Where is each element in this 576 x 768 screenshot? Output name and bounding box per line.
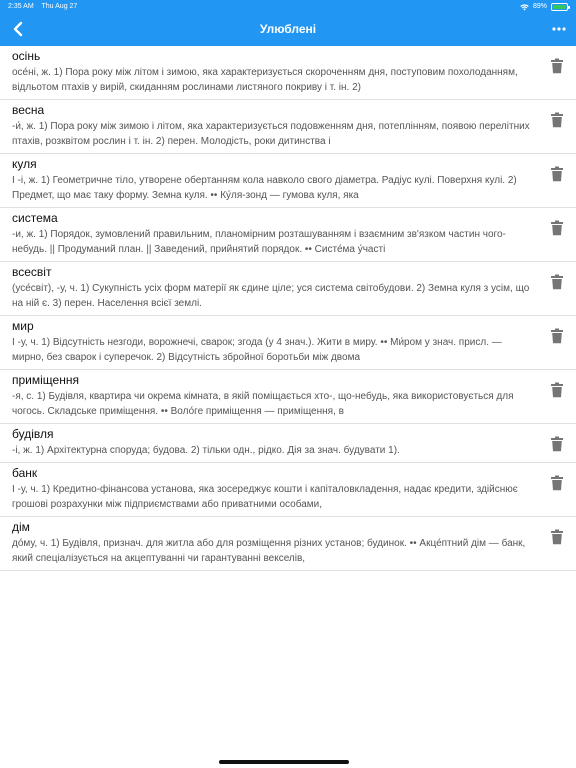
word-definition: (усе́світ), -у, ч. 1) Сукупність усіх фо…	[12, 283, 530, 309]
trash-icon[interactable]	[550, 529, 564, 545]
word-definition: I -і, ж. 1) Геометричне тіло, утворене о…	[12, 175, 517, 201]
status-bar: 2:35 AM Thu Aug 27 89%	[0, 0, 576, 14]
trash-icon[interactable]	[550, 475, 564, 491]
ellipsis-icon	[552, 27, 566, 31]
trash-icon[interactable]	[550, 274, 564, 290]
trash-icon[interactable]	[550, 166, 564, 182]
word-definition: осе́ні, ж. 1) Пора року між літом і зимо…	[12, 67, 518, 93]
word-title: будівля	[12, 427, 54, 441]
list-item[interactable]: осінь осе́ні, ж. 1) Пора року між літом …	[0, 46, 576, 100]
word-title: осінь	[12, 49, 41, 63]
word-title: система	[12, 211, 58, 225]
word-definition: -и, ж. 1) Порядок, зумовлений правильним…	[12, 229, 506, 255]
favorites-list: осінь осе́ні, ж. 1) Пора року між літом …	[0, 46, 576, 571]
list-item[interactable]: дім до́му, ч. 1) Будівля, признач. для ж…	[0, 517, 576, 571]
word-title: дім	[12, 520, 30, 534]
trash-icon[interactable]	[550, 328, 564, 344]
list-item[interactable]: будівля -і, ж. 1) Архітектурна споруда; …	[0, 424, 576, 463]
word-title: весна	[12, 103, 45, 117]
battery-percent: 89%	[532, 3, 547, 10]
word-title: мир	[12, 319, 34, 333]
trash-icon[interactable]	[550, 112, 564, 128]
wifi-icon	[520, 3, 529, 10]
word-definition: -и́, ж. 1) Пора року між зимою і літом, …	[12, 121, 530, 147]
list-item[interactable]: всесвіт (усе́світ), -у, ч. 1) Сукупність…	[0, 262, 576, 316]
word-definition: I -у, ч. 1) Кредитно-фінансова установа,…	[12, 484, 518, 510]
battery-icon	[551, 3, 570, 11]
more-options-button[interactable]	[550, 20, 568, 38]
list-item[interactable]: система -и, ж. 1) Порядок, зумовлений пр…	[0, 208, 576, 262]
app-header: 2:35 AM Thu Aug 27 89% Улюблені	[0, 0, 576, 46]
word-title: всесвіт	[12, 265, 52, 279]
list-item[interactable]: банк I -у, ч. 1) Кредитно-фінансова уста…	[0, 463, 576, 517]
trash-icon[interactable]	[550, 220, 564, 236]
word-definition: -я, с. 1) Будівля, квартира чи окрема кі…	[12, 391, 514, 417]
trash-icon[interactable]	[550, 436, 564, 452]
word-title: банк	[12, 466, 38, 480]
word-definition: -і, ж. 1) Архітектурна споруда; будова. …	[12, 445, 400, 456]
word-definition: до́му, ч. 1) Будівля, признач. для житла…	[12, 538, 526, 564]
trash-icon[interactable]	[550, 58, 564, 74]
trash-icon[interactable]	[550, 382, 564, 398]
home-indicator	[219, 760, 349, 764]
page-title: Улюблені	[259, 22, 317, 36]
list-item[interactable]: куля I -і, ж. 1) Геометричне тіло, утвор…	[0, 154, 576, 208]
status-date: Thu Aug 27	[41, 3, 78, 10]
status-time: 2:35 AM	[8, 3, 34, 10]
list-item[interactable]: приміщення -я, с. 1) Будівля, квартира ч…	[0, 370, 576, 424]
list-item[interactable]: мир I -у, ч. 1) Відсутність незгоди, вор…	[0, 316, 576, 370]
word-title: приміщення	[12, 373, 79, 387]
word-title: куля	[12, 157, 37, 171]
word-definition: I -у, ч. 1) Відсутність незгоди, ворожне…	[12, 337, 502, 363]
list-item[interactable]: весна -и́, ж. 1) Пора року між зимою і л…	[0, 100, 576, 154]
